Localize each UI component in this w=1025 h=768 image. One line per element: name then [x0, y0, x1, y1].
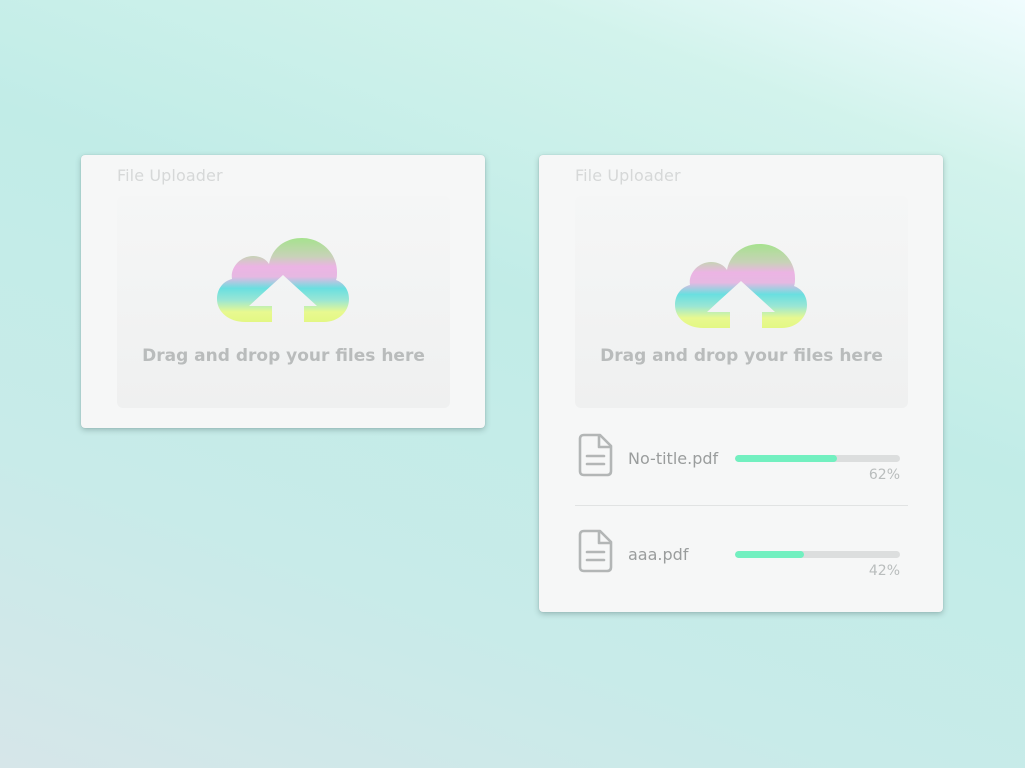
file-name: No-title.pdf	[628, 449, 719, 468]
upload-progress-bar	[735, 455, 900, 462]
cloud-upload-icon	[675, 244, 807, 328]
upload-progress-label: 42%	[868, 563, 900, 579]
file-uploader-card: File Uploader Drag and drop your files h…	[81, 155, 485, 428]
card-title: File Uploader	[117, 166, 223, 185]
upload-progress-fill	[735, 551, 805, 558]
cloud-upload-icon	[217, 238, 349, 322]
dropzone-instructions: Drag and drop your files here	[600, 346, 883, 366]
upload-progress-bar	[735, 551, 900, 558]
card-title: File Uploader	[575, 166, 681, 185]
file-list-item: No-title.pdf 62%	[575, 417, 908, 507]
file-uploader-card: File Uploader Drag and drop your files h…	[539, 155, 943, 612]
file-list-item: aaa.pdf 42%	[575, 513, 908, 603]
file-dropzone[interactable]: Drag and drop your files here	[575, 196, 908, 408]
file-dropzone[interactable]: Drag and drop your files here	[117, 196, 450, 408]
file-document-icon	[578, 433, 613, 477]
dropzone-instructions: Drag and drop your files here	[142, 346, 425, 366]
upload-progress-fill	[735, 455, 838, 462]
file-document-icon	[578, 529, 613, 573]
file-name: aaa.pdf	[628, 545, 689, 564]
divider	[575, 505, 908, 506]
upload-progress-label: 62%	[868, 467, 900, 483]
